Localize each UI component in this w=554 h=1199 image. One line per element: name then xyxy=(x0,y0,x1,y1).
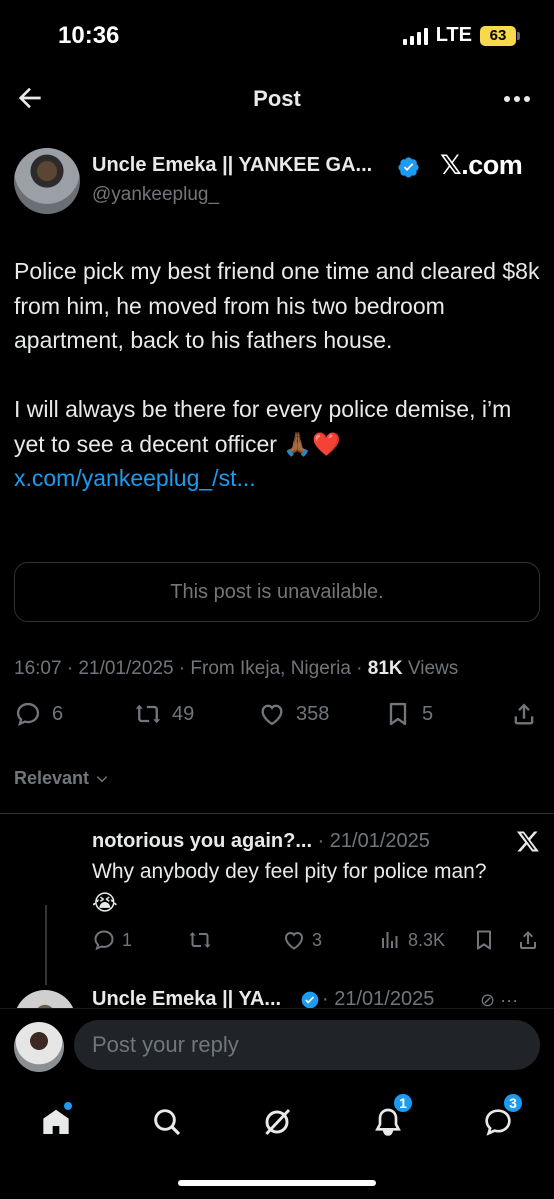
reply-count: 6 xyxy=(52,702,64,725)
views-label: Views xyxy=(402,658,459,679)
reply-icon xyxy=(16,702,40,727)
author-name[interactable]: Uncle Emeka || YANKEE GA... xyxy=(92,154,372,177)
repost-icon xyxy=(189,932,211,948)
post-meta: 16:07 · 21/01/2025 · From Ikeja, Nigeria… xyxy=(14,658,458,680)
like-count: 358 xyxy=(296,702,330,725)
chevron-down-icon xyxy=(96,775,108,782)
post-meta-text: 16:07 · 21/01/2025 · From Ikeja, Nigeria… xyxy=(14,658,368,679)
repost-button[interactable]: 49 xyxy=(134,700,194,728)
share-icon xyxy=(520,931,536,949)
reply-views-button[interactable]: 8.3K xyxy=(378,928,445,952)
post-text: Police pick my best friend one time and … xyxy=(14,254,544,530)
bookmark-button[interactable]: 5 xyxy=(384,700,433,728)
reply-date: · 21/01/2025 xyxy=(312,830,430,852)
tab-grok[interactable] xyxy=(253,1098,301,1146)
x-logo-icon xyxy=(516,831,539,852)
tab-notifications[interactable]: 1 xyxy=(364,1092,414,1146)
home-unread-dot xyxy=(64,1102,72,1110)
status-time: 10:36 xyxy=(58,22,120,49)
reply-icon xyxy=(94,930,114,951)
reply-header[interactable]: notorious you again?... · 21/01/2025 xyxy=(92,830,430,853)
messages-badge: 3 xyxy=(502,1092,524,1114)
more-options-icon[interactable] xyxy=(504,96,530,102)
share-button[interactable] xyxy=(510,700,538,728)
reply-actions: 1 3 8.3K xyxy=(92,928,540,956)
signal-icon xyxy=(402,27,428,45)
divider xyxy=(0,813,554,814)
post-actions: 6 49 358 5 xyxy=(14,700,540,740)
status-indicators: LTE 63 xyxy=(402,24,520,47)
my-avatar xyxy=(14,1022,64,1072)
author-handle[interactable]: @yankeeplug_ xyxy=(92,184,219,206)
reply2-author-name[interactable]: Uncle Emeka || YA... xyxy=(92,988,281,1010)
search-icon xyxy=(154,1109,181,1136)
reply-button[interactable]: 6 xyxy=(14,700,63,728)
reply-text: Why anybody dey feel pity for police man… xyxy=(92,860,487,883)
bookmark-icon xyxy=(477,930,491,950)
battery-icon: 63 xyxy=(480,25,520,46)
reply-like-count: 3 xyxy=(312,929,323,950)
home-indicator xyxy=(178,1180,376,1186)
reply-reply-count: 1 xyxy=(122,929,133,950)
views-count[interactable]: 81K xyxy=(368,658,403,679)
bookmark-icon xyxy=(389,702,407,726)
page-title: Post xyxy=(253,86,301,111)
verified-badge-icon xyxy=(398,157,419,178)
repost-icon xyxy=(135,704,161,724)
post-paragraph: Police pick my best friend one time and … xyxy=(14,258,540,353)
reply-repost-button[interactable] xyxy=(188,928,212,952)
post-paragraph: I will always be there for every police … xyxy=(14,392,544,496)
reply-bookmark-button[interactable] xyxy=(472,928,496,952)
bookmark-count: 5 xyxy=(422,702,434,725)
grok-icon xyxy=(265,1108,291,1136)
reply-share-button[interactable] xyxy=(516,928,540,952)
source-label: 𝕏.com xyxy=(440,150,523,180)
tab-search[interactable] xyxy=(143,1098,191,1146)
reply-emoji: 😭 xyxy=(92,890,118,915)
home-icon xyxy=(43,1109,69,1134)
verified-badge-icon xyxy=(301,991,319,1009)
quoted-post-unavailable: This post is unavailable. xyxy=(14,562,540,622)
notifications-badge: 1 xyxy=(392,1092,414,1114)
heart-icon xyxy=(261,704,283,726)
network-label: LTE xyxy=(435,24,472,46)
reply-author-name[interactable]: notorious you again?... xyxy=(92,830,312,852)
reply2-header[interactable]: Uncle Emeka || YA... xyxy=(92,988,281,1010)
reply2-date: · 21/01/2025 xyxy=(322,988,435,1010)
post-link[interactable]: x.com/yankeeplug_/st... xyxy=(14,465,256,491)
share-icon xyxy=(514,703,534,725)
reply-views-count: 8.3K xyxy=(408,929,446,950)
author-avatar[interactable] xyxy=(14,148,80,214)
tab-home[interactable] xyxy=(32,1098,80,1146)
like-button[interactable]: 358 xyxy=(258,700,329,728)
repost-count: 49 xyxy=(172,702,195,725)
tab-messages[interactable]: 3 xyxy=(474,1092,524,1146)
post-paragraph-text: I will always be there for every police … xyxy=(14,396,512,457)
heart-icon xyxy=(284,931,304,950)
reply-sort-dropdown[interactable]: Relevant xyxy=(14,768,109,789)
sort-label: Relevant xyxy=(14,768,90,788)
reply-like-button[interactable]: 3 xyxy=(282,928,322,952)
reply-input[interactable] xyxy=(74,1020,540,1070)
thread-line xyxy=(45,905,47,985)
views-chart-icon xyxy=(382,932,398,948)
reply-reply-button[interactable]: 1 xyxy=(92,928,132,952)
